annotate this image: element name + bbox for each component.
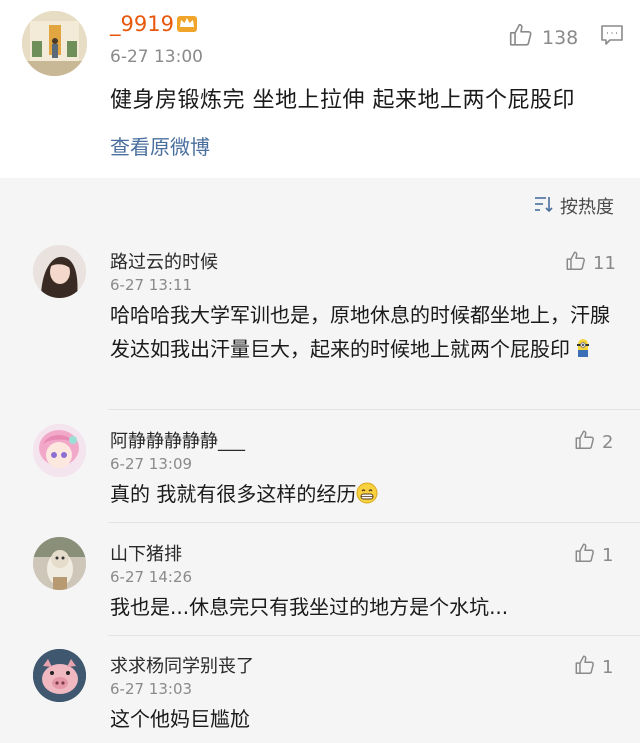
thumb-up-icon bbox=[508, 22, 534, 53]
comment-item: 阿静静静静静___ 6-27 13:09 2 真的 我就有很多这样的经历 bbox=[0, 423, 640, 523]
crown-icon bbox=[176, 12, 198, 34]
comment-text-content: 真的 我就有很多这样的经历 bbox=[110, 482, 357, 506]
comment-like-button[interactable]: 2 bbox=[574, 429, 613, 456]
comment-username[interactable]: 山下猪排 bbox=[110, 540, 182, 566]
comment-time: 6-27 14:26 bbox=[110, 568, 193, 586]
post-time: 6-27 13:00 bbox=[110, 47, 203, 67]
comment-text-content: 哈哈哈我大学军训也是，原地休息的时候都坐地上，汗腺发达如我出汗量巨大，起来的时候… bbox=[110, 303, 610, 361]
like-count: 138 bbox=[542, 26, 579, 49]
comment-text: 真的 我就有很多这样的经历 bbox=[110, 477, 615, 514]
comment-like-count: 2 bbox=[602, 432, 614, 453]
sort-label: 按热度 bbox=[560, 197, 614, 218]
thumb-up-icon bbox=[574, 654, 596, 681]
divider bbox=[108, 522, 640, 523]
comment-like-button[interactable]: 1 bbox=[574, 654, 613, 681]
comment-like-count: 1 bbox=[602, 545, 614, 566]
comment-like-count: 11 bbox=[593, 253, 616, 274]
thumb-up-icon bbox=[574, 542, 596, 569]
comment-time: 6-27 13:03 bbox=[110, 680, 193, 698]
thumb-up-icon bbox=[565, 250, 587, 277]
comment-item: 求求杨同学别丧了 6-27 13:03 1 这个他妈巨尴尬 bbox=[0, 648, 640, 743]
post-text: 健身房锻炼完 坐地上拉伸 起来地上两个屁股印 bbox=[110, 88, 575, 113]
comment-text: 这个他妈巨尴尬 bbox=[110, 707, 250, 731]
avatar[interactable] bbox=[33, 245, 86, 298]
minion-emoji-icon bbox=[576, 335, 590, 369]
username[interactable]: _9919 bbox=[110, 12, 174, 36]
avatar[interactable] bbox=[22, 11, 87, 76]
comment-like-button[interactable]: 1 bbox=[574, 542, 613, 569]
original-post: _9919 6-27 13:00 138 健身房锻炼完 坐地上拉伸 起来地上两个… bbox=[0, 0, 640, 178]
comment-item: 山下猪排 6-27 14:26 1 我也是...休息完只有我坐过的地方是个水坑.… bbox=[0, 536, 640, 636]
sort-button[interactable]: 按热度 bbox=[534, 193, 614, 219]
comment-item: 路过云的时候 6-27 13:11 11 哈哈哈我大学军训也是，原地休息的时候都… bbox=[0, 244, 640, 408]
view-original-link[interactable]: 查看原微博 bbox=[110, 131, 210, 160]
sort-icon bbox=[534, 195, 554, 218]
comment-like-count: 1 bbox=[602, 657, 614, 678]
comment-time: 6-27 13:11 bbox=[110, 276, 193, 294]
comment-text: 哈哈哈我大学军训也是，原地休息的时候都坐地上，汗腺发达如我出汗量巨大，起来的时候… bbox=[110, 298, 615, 369]
comment-username[interactable]: 路过云的时候 bbox=[110, 248, 218, 274]
divider bbox=[108, 409, 640, 410]
avatar[interactable] bbox=[33, 537, 86, 590]
comment-text: 我也是...休息完只有我坐过的地方是个水坑... bbox=[110, 595, 509, 619]
avatar[interactable] bbox=[33, 424, 86, 477]
avatar[interactable] bbox=[33, 649, 86, 702]
like-button[interactable]: 138 bbox=[508, 22, 578, 53]
comment-like-button[interactable]: 11 bbox=[565, 250, 616, 277]
comment-list: 按热度 路过云的时候 6-27 13:11 11 哈哈哈我大学军训也是，原地休息… bbox=[0, 178, 640, 743]
grin-emoji-icon bbox=[356, 480, 378, 514]
comment-icon[interactable] bbox=[600, 24, 624, 50]
thumb-up-icon bbox=[574, 429, 596, 456]
comment-username[interactable]: 阿静静静静静___ bbox=[110, 427, 245, 453]
divider bbox=[108, 635, 640, 636]
comment-time: 6-27 13:09 bbox=[110, 455, 193, 473]
comment-username[interactable]: 求求杨同学别丧了 bbox=[110, 652, 254, 678]
